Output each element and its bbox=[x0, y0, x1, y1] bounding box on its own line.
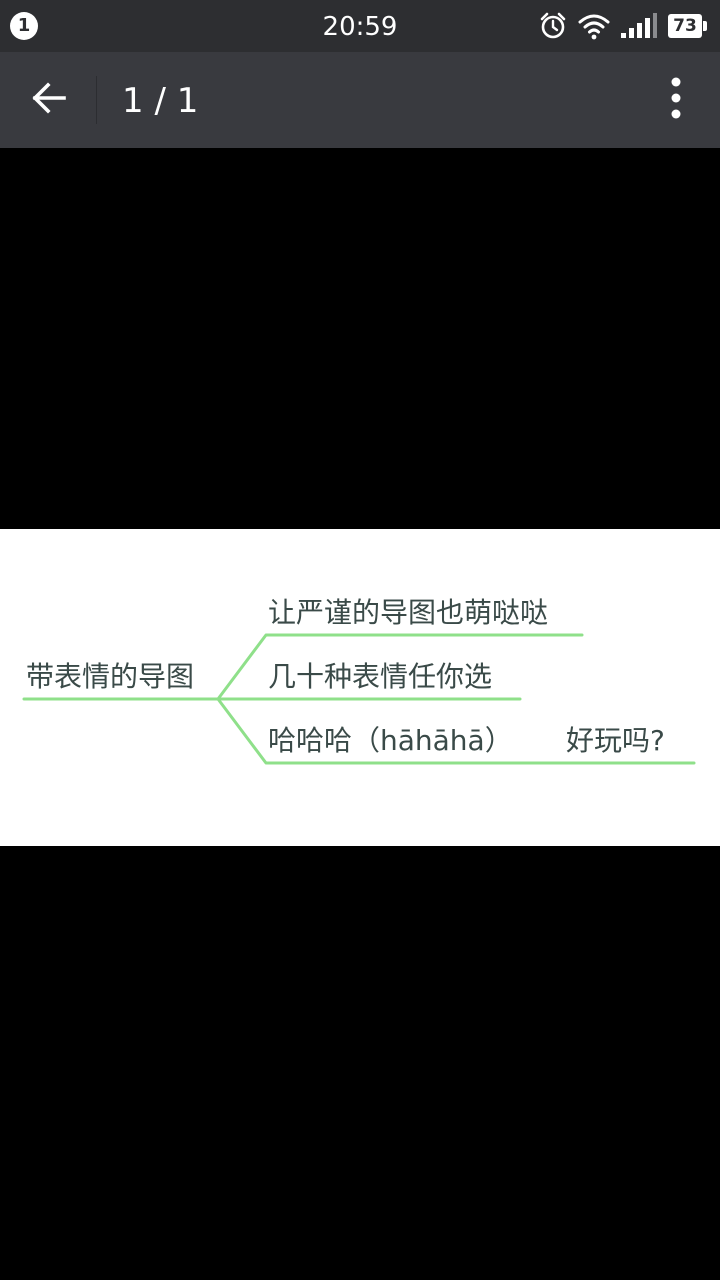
battery-icon: 73 bbox=[668, 14, 708, 38]
toolbar: 1 / 1 bbox=[0, 52, 720, 148]
back-arrow-icon bbox=[31, 80, 67, 120]
image-viewer-screen: 1 20:59 73 1 / 1 带表情的导图 让严谨的导图也萌哒哒 几十种表情… bbox=[0, 0, 720, 1280]
image-viewer[interactable]: 带表情的导图 让严谨的导图也萌哒哒 几十种表情任你选 哈哈哈（hāhāhā） 好… bbox=[0, 148, 720, 1280]
signal-icon bbox=[620, 13, 658, 39]
status-bar: 1 20:59 73 bbox=[0, 0, 720, 52]
status-icons: 73 bbox=[538, 10, 708, 42]
battery-tip bbox=[703, 21, 707, 31]
mindmap-branch-3-suffix: 好玩吗? bbox=[566, 724, 665, 757]
back-button[interactable] bbox=[14, 66, 84, 134]
wifi-icon bbox=[578, 12, 610, 40]
alarm-icon bbox=[538, 11, 568, 41]
mindmap-root: 带表情的导图 bbox=[26, 660, 195, 693]
mindmap-branch-3: 哈哈哈（hāhāhā） bbox=[268, 724, 513, 757]
more-options-button[interactable] bbox=[648, 70, 704, 130]
toolbar-divider bbox=[96, 76, 97, 124]
more-vertical-icon bbox=[670, 77, 682, 123]
mindmap-image[interactable]: 带表情的导图 让严谨的导图也萌哒哒 几十种表情任你选 哈哈哈（hāhāhā） 好… bbox=[0, 529, 720, 846]
battery-level: 73 bbox=[668, 14, 702, 38]
mindmap-branch-2: 几十种表情任你选 bbox=[268, 660, 493, 693]
mindmap-branch-1: 让严谨的导图也萌哒哒 bbox=[268, 596, 549, 629]
page-counter: 1 / 1 bbox=[122, 81, 199, 121]
